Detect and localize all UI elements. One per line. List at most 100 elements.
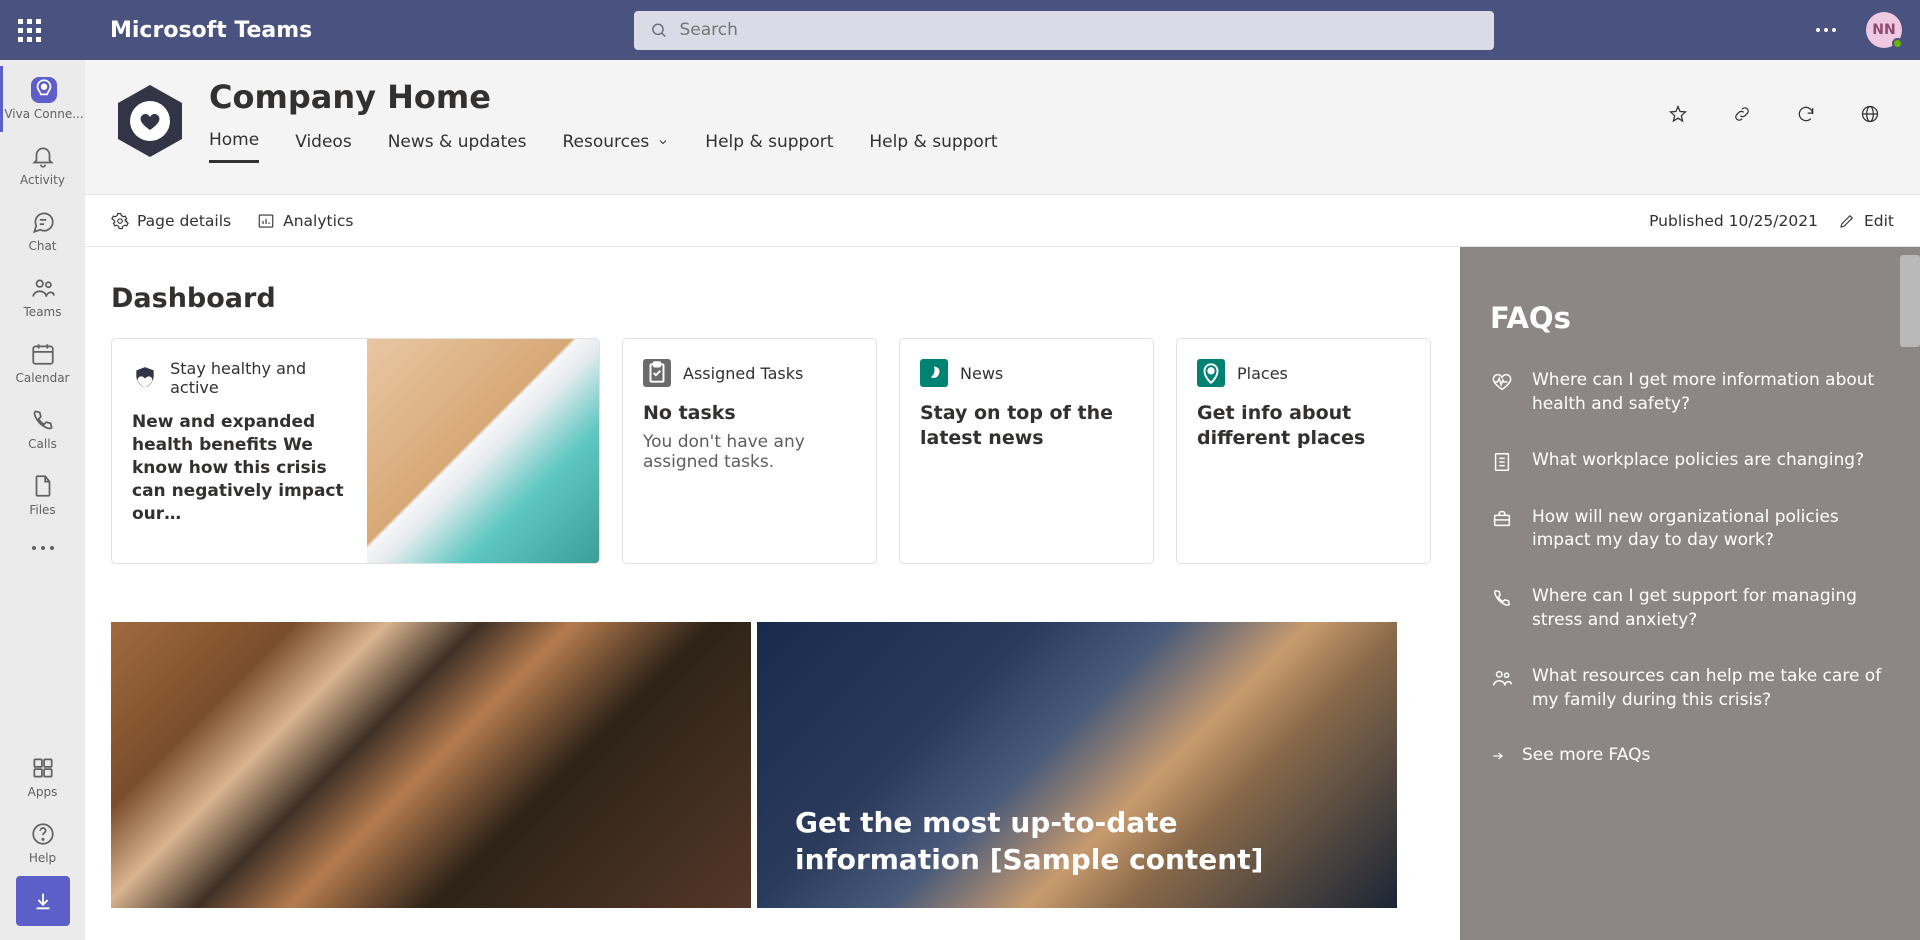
tab-videos[interactable]: Videos (295, 130, 352, 163)
faq-heading: FAQs (1490, 301, 1886, 335)
rail-item-activity[interactable]: Activity (0, 132, 85, 198)
news-icon (920, 359, 948, 387)
tasks-icon (643, 359, 671, 387)
hero-image-1[interactable] (111, 622, 751, 908)
rail-label: Teams (24, 305, 62, 319)
published-date: Published 10/25/2021 (1649, 212, 1818, 230)
globe-icon[interactable] (1860, 104, 1880, 124)
card-body: New and expanded health benefits We know… (132, 411, 347, 526)
card-label: News (960, 364, 1003, 383)
tab-help-support-2[interactable]: Help & support (869, 130, 997, 163)
page-area: Company Home Home Videos News & updates … (85, 60, 1920, 940)
more-icon (32, 546, 54, 550)
rail-item-teams[interactable]: Teams (0, 264, 85, 330)
more-options-button[interactable] (1816, 28, 1836, 32)
people-icon (1490, 666, 1514, 690)
rail-item-chat[interactable]: Chat (0, 198, 85, 264)
gear-icon (111, 212, 129, 230)
heartbeat-icon (1490, 370, 1514, 394)
chevron-down-icon (657, 136, 669, 148)
bell-icon (30, 143, 56, 169)
waffle-icon (18, 19, 41, 42)
rail-label: Viva Conne... (4, 107, 83, 121)
tab-resources[interactable]: Resources (562, 130, 669, 163)
rail-label: Chat (28, 239, 56, 253)
card-places[interactable]: Places Get info about different places (1176, 338, 1431, 564)
card-news[interactable]: News Stay on top of the latest news (899, 338, 1154, 564)
card-title: No tasks (643, 401, 856, 426)
analytics-button[interactable]: Analytics (257, 212, 353, 230)
faq-see-more-link[interactable]: See more FAQs (1490, 744, 1886, 768)
faq-text: What workplace policies are changing? (1532, 449, 1864, 474)
link-icon[interactable] (1732, 104, 1752, 124)
tab-help-support[interactable]: Help & support (705, 130, 833, 163)
viva-icon (31, 77, 57, 103)
rail-label: Help (29, 851, 56, 865)
avatar-initials: NN (1872, 22, 1895, 38)
faq-text: Where can I get support for managing str… (1532, 585, 1886, 633)
briefcase-icon (1490, 507, 1514, 531)
card-assigned-tasks[interactable]: Assigned Tasks No tasks You don't have a… (622, 338, 877, 564)
presence-indicator (1892, 38, 1903, 49)
help-icon (30, 821, 56, 847)
search-box[interactable] (634, 11, 1494, 50)
rail-item-help[interactable]: Help (0, 810, 85, 876)
site-header: Company Home Home Videos News & updates … (85, 60, 1920, 195)
rail-item-calendar[interactable]: Calendar (0, 330, 85, 396)
site-nav: Home Videos News & updates Resources Hel… (209, 130, 997, 163)
scrollbar-thumb[interactable] (1900, 255, 1920, 347)
card-label: Places (1237, 364, 1288, 383)
refresh-icon[interactable] (1796, 104, 1816, 124)
rail-more-button[interactable] (0, 528, 85, 568)
search-input[interactable] (679, 20, 1478, 40)
site-actions (1668, 104, 1880, 124)
hero-headline: Get the most up-to-date information [Sam… (795, 805, 1359, 878)
user-avatar[interactable]: NN (1866, 12, 1902, 48)
faq-item[interactable]: Where can I get support for managing str… (1490, 585, 1886, 633)
phone-icon (1490, 586, 1514, 610)
rail-item-calls[interactable]: Calls (0, 396, 85, 462)
card-label: Assigned Tasks (683, 364, 803, 383)
chart-icon (257, 212, 275, 230)
hero-image-2[interactable]: Get the most up-to-date information [Sam… (757, 622, 1397, 908)
pencil-icon (1838, 212, 1856, 230)
app-launcher-button[interactable] (0, 0, 58, 60)
download-icon (32, 890, 54, 912)
card-image (367, 339, 599, 563)
faq-text: What resources can help me take care of … (1532, 665, 1886, 713)
places-icon (1197, 359, 1225, 387)
star-icon[interactable] (1668, 104, 1688, 124)
rail-label: Files (29, 503, 55, 517)
page-toolbar: Page details Analytics Published 10/25/2… (85, 195, 1920, 247)
phone-icon (30, 407, 56, 433)
site-logo[interactable] (115, 82, 185, 160)
dashboard-heading: Dashboard (111, 283, 1434, 314)
faq-item[interactable]: What resources can help me take care of … (1490, 665, 1886, 713)
tab-news-updates[interactable]: News & updates (388, 130, 527, 163)
calendar-icon (30, 341, 56, 367)
rail-item-viva-connections[interactable]: Viva Conne... (0, 66, 85, 132)
faq-item[interactable]: How will new organizational policies imp… (1490, 506, 1886, 554)
rail-item-files[interactable]: Files (0, 462, 85, 528)
faq-item[interactable]: What workplace policies are changing? (1490, 449, 1886, 474)
teams-icon (30, 275, 56, 301)
rail-label: Calls (28, 437, 57, 451)
edit-button[interactable]: Edit (1838, 212, 1894, 230)
card-label: Stay healthy and active (170, 359, 347, 397)
arrow-right-icon (1490, 749, 1506, 763)
faq-text: Where can I get more information about h… (1532, 369, 1886, 417)
left-rail: Viva Conne... Activity Chat Teams Calend… (0, 60, 85, 940)
site-title: Company Home (209, 78, 997, 116)
tab-home[interactable]: Home (209, 130, 259, 163)
card-subtitle: You don't have any assigned tasks. (643, 432, 856, 472)
rail-item-apps[interactable]: Apps (0, 744, 85, 810)
page-details-button[interactable]: Page details (111, 212, 231, 230)
faq-text: How will new organizational policies imp… (1532, 506, 1886, 554)
card-body: Stay on top of the latest news (920, 401, 1133, 450)
tool-label: Page details (137, 212, 231, 230)
rail-label: Apps (28, 785, 58, 799)
download-button[interactable] (16, 876, 70, 926)
faq-panel: FAQs Where can I get more information ab… (1460, 247, 1920, 940)
faq-item[interactable]: Where can I get more information about h… (1490, 369, 1886, 417)
card-stay-healthy[interactable]: Stay healthy and active New and expanded… (111, 338, 600, 564)
